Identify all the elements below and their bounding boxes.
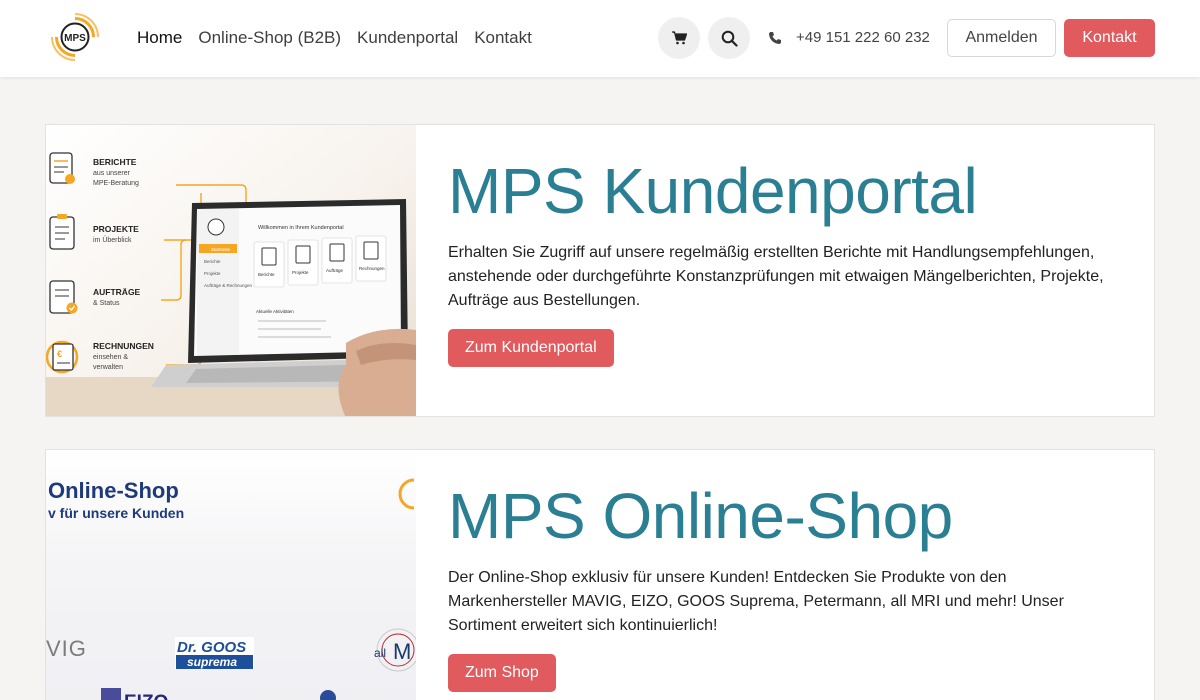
svg-text:Startseite: Startseite bbox=[211, 247, 231, 252]
nav-kundenportal[interactable]: Kundenportal bbox=[357, 28, 458, 48]
svg-text:AUFTRÄGE: AUFTRÄGE bbox=[93, 287, 141, 297]
svg-text:einsehen &: einsehen & bbox=[93, 354, 128, 361]
mavig-logo: VIG bbox=[46, 636, 87, 661]
kundenportal-button[interactable]: Zum Kundenportal bbox=[448, 329, 614, 367]
svg-text:Berichte: Berichte bbox=[204, 259, 221, 264]
online-shop-description: Der Online-Shop exklusiv für unsere Kund… bbox=[448, 569, 1064, 634]
online-shop-card: Online-Shop v für unsere Kunden VIG Dr. … bbox=[45, 449, 1155, 700]
kundenportal-card: € BERICHTE aus unserer MPE-Beratung PROJ… bbox=[45, 124, 1155, 417]
phone-icon bbox=[769, 31, 781, 44]
svg-text:Dr. GOOS: Dr. GOOS bbox=[177, 639, 246, 656]
kundenportal-title: MPS Kundenportal bbox=[448, 155, 978, 227]
svg-text:BERICHTE: BERICHTE bbox=[93, 157, 137, 167]
svg-text:MPS: MPS bbox=[64, 33, 86, 44]
svg-text:im Überblick: im Überblick bbox=[93, 236, 132, 244]
goos-suprema-logo: Dr. GOOS suprema bbox=[175, 637, 254, 669]
search-icon bbox=[721, 30, 738, 47]
kundenportal-description: Erhalten Sie Zugriff auf unsere regelmäß… bbox=[448, 244, 1104, 309]
svg-text:RECHNUNGEN: RECHNUNGEN bbox=[93, 341, 154, 351]
svg-text:v für unsere Kunden: v für unsere Kunden bbox=[48, 505, 184, 521]
svg-text:EIZO: EIZO bbox=[124, 692, 168, 700]
order-doc-icon bbox=[49, 280, 78, 314]
report-doc-icon bbox=[49, 152, 75, 184]
shop-button[interactable]: Zum Shop bbox=[448, 654, 556, 692]
kundenportal-image: € BERICHTE aus unserer MPE-Beratung PROJ… bbox=[46, 125, 416, 416]
svg-text:verwalten: verwalten bbox=[93, 364, 123, 371]
login-button[interactable]: Anmelden bbox=[947, 19, 1056, 57]
svg-text:& Status: & Status bbox=[93, 300, 120, 307]
phone-contact[interactable]: +49 151 222 60 232 bbox=[768, 29, 930, 46]
svg-text:Rechnungen: Rechnungen bbox=[359, 266, 385, 271]
svg-text:Aufträge & Rechnungen: Aufträge & Rechnungen bbox=[204, 283, 253, 288]
cart-button[interactable] bbox=[658, 17, 700, 59]
online-shop-image: Online-Shop v für unsere Kunden VIG Dr. … bbox=[46, 450, 416, 700]
svg-text:€: € bbox=[57, 349, 62, 359]
cart-icon bbox=[671, 31, 687, 45]
nav-kontakt[interactable]: Kontakt bbox=[474, 28, 532, 48]
nav-home[interactable]: Home bbox=[137, 28, 182, 48]
online-shop-body: MPS Online-Shop Der Online-Shop exklusiv… bbox=[448, 484, 1128, 692]
main-nav: Home Online-Shop (B2B) Kundenportal Kont… bbox=[137, 28, 532, 48]
phone-number: +49 151 222 60 232 bbox=[796, 29, 930, 46]
svg-text:Projekte: Projekte bbox=[292, 270, 309, 275]
svg-text:Online-Shop: Online-Shop bbox=[48, 478, 179, 503]
svg-text:Berichte: Berichte bbox=[258, 272, 275, 277]
navbar: MPS Home Online-Shop (B2B) Kundenportal … bbox=[0, 0, 1200, 77]
svg-text:suprema: suprema bbox=[187, 655, 237, 669]
svg-text:Aktuelle Aktivitäten: Aktuelle Aktivitäten bbox=[256, 309, 294, 314]
svg-text:Willkommen in Ihrem Kundenport: Willkommen in Ihrem Kundenportal bbox=[258, 225, 344, 231]
svg-text:MPE-Beratung: MPE-Beratung bbox=[93, 180, 139, 187]
project-clipboard-icon bbox=[49, 214, 75, 250]
svg-text:M: M bbox=[393, 639, 411, 664]
mps-logo[interactable]: MPS bbox=[50, 12, 100, 62]
svg-text:Projekte: Projekte bbox=[204, 271, 221, 276]
kundenportal-body: MPS Kundenportal Erhalten Sie Zugriff au… bbox=[448, 159, 1128, 367]
svg-text:PROJEKTE: PROJEKTE bbox=[93, 224, 139, 234]
svg-text:all: all bbox=[374, 646, 386, 660]
svg-text:Aufträge: Aufträge bbox=[326, 268, 344, 273]
contact-button[interactable]: Kontakt bbox=[1064, 19, 1155, 57]
svg-text:aus unserer: aus unserer bbox=[93, 170, 131, 177]
online-shop-title: MPS Online-Shop bbox=[448, 480, 953, 552]
search-button[interactable] bbox=[708, 17, 750, 59]
nav-online-shop[interactable]: Online-Shop (B2B) bbox=[198, 28, 341, 48]
